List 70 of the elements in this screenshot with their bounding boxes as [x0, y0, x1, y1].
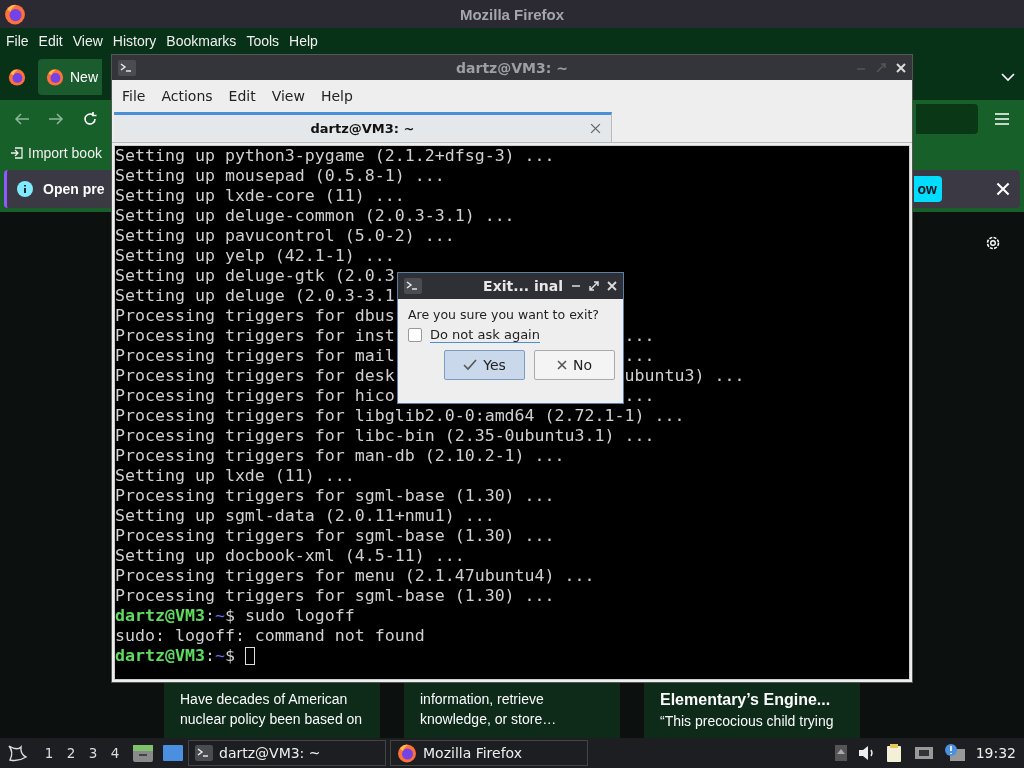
article-card[interactable]: Have decades of American nuclear policy been based on: [164, 683, 380, 738]
workspace-button[interactable]: 4: [104, 745, 126, 761]
terminal-line: Processing triggers for sgml-base (1.30) ...: [115, 526, 555, 546]
menu-item[interactable]: Tools: [242, 31, 284, 51]
menu-item[interactable]: View: [265, 86, 311, 106]
terminal-line: Processing triggers for mail: [115, 346, 395, 366]
browser-tab[interactable]: New: [38, 59, 102, 95]
menu-item[interactable]: Actions: [155, 86, 219, 106]
notification-button[interactable]: ow: [914, 176, 942, 202]
terminal-line: Processing triggers for sgml-base (1.30) ...: [115, 586, 555, 606]
taskbar-button[interactable]: dartz@VM3: ~: [188, 740, 386, 766]
terminal-line: Setting up lxde-core (11) ...: [115, 186, 405, 206]
window-title: Mozilla Firefox: [459, 5, 565, 23]
yes-button[interactable]: Yes: [444, 350, 525, 380]
terminal-line: Setting up deluge-gtk (2.0.3: [115, 266, 395, 286]
notification-text: Open pre: [43, 181, 105, 197]
terminal-line: ubuntu3) ...: [624, 366, 745, 386]
terminal-line: Processing triggers for hico: [115, 386, 395, 406]
window-title: dartz@VM3: ~: [456, 59, 568, 76]
terminal-line: ...: [624, 346, 655, 366]
bookmark-item[interactable]: Import book: [10, 145, 102, 161]
terminal-line: Setting up pavucontrol (5.0-2) ...: [115, 226, 455, 246]
terminal-line: Processing triggers for libglib2.0-0:amd64 (2.72.1-1) ...: [115, 406, 685, 426]
menu-item[interactable]: Edit: [222, 86, 262, 106]
terminal-tab[interactable]: dartz@VM3: ~: [114, 112, 612, 142]
terminal-line: Setting up mousepad (0.5.8-1) ...: [115, 166, 445, 186]
terminal-line: sudo: logoff: command not found: [115, 626, 425, 646]
terminal-line: Processing triggers for dbus: [115, 306, 395, 326]
terminal-line: Processing triggers for desk: [115, 366, 395, 386]
card-text: information, retrieve: [420, 690, 545, 709]
terminal-line: Setting up deluge (2.0.3-3.1: [115, 286, 395, 306]
terminal-line: Setting up yelp (42.1-1) ...: [115, 246, 395, 266]
dialog-message: Are you sure you want to exit?: [408, 307, 600, 322]
prompt-line: dartz@VM3:~$: [115, 646, 235, 666]
terminal-line: ...: [624, 326, 655, 346]
article-card[interactable]: information, retrieve knowledge, or store…: [404, 683, 620, 738]
menu-item[interactable]: Bookmarks: [162, 31, 241, 51]
terminal-line: Setting up docbook-xml (4.5-11) ...: [115, 546, 465, 566]
workspace-button[interactable]: 3: [82, 745, 104, 761]
terminal-line: Processing triggers for man-db (2.10.2-1) ...: [115, 446, 565, 466]
terminal-line: Setting up sgml-data (2.0.11+nmu1) ...: [115, 506, 495, 526]
clock: 19:32: [975, 745, 1016, 761]
dialog-title: Exit... inal: [483, 278, 563, 294]
terminal-line: Setting up lxde (11) ...: [115, 466, 355, 486]
workspace-button[interactable]: 1: [38, 745, 60, 761]
card-title: Elementary’s Engine...: [660, 690, 832, 710]
menu-item[interactable]: Help: [285, 31, 322, 51]
workspace-button[interactable]: 2: [60, 745, 82, 761]
terminal-line: Processing triggers for libc-bin (2.35-0ubuntu3.1) ...: [115, 426, 655, 446]
card-text: nuclear policy been based on: [180, 710, 364, 729]
no-button[interactable]: No: [534, 350, 615, 380]
terminal-line: Setting up deluge-common (2.0.3-3.1) ...: [115, 206, 515, 226]
terminal-line: Processing triggers for inst: [115, 326, 395, 346]
checkbox-label[interactable]: Do not ask again: [430, 327, 540, 343]
card-text: Have decades of American: [180, 690, 349, 709]
menu-item[interactable]: File: [116, 86, 152, 106]
menu-item[interactable]: History: [108, 31, 161, 51]
card-text: knowledge, or store…: [420, 710, 558, 729]
terminal-line: Processing triggers for menu (2.1.47ubuntu4) ...: [115, 566, 595, 586]
menu-item[interactable]: Help: [314, 86, 359, 106]
prompt-line: dartz@VM3:~$ sudo logoff: [115, 606, 355, 626]
taskbar-button[interactable]: Mozilla Firefox: [390, 740, 588, 766]
menu-item[interactable]: File: [2, 31, 33, 51]
terminal-line: Setting up python3-pygame (2.1.2+dfsg-3) ...: [115, 146, 555, 166]
terminal-line: Processing triggers for sgml-base (1.30) ...: [115, 486, 555, 506]
terminal-line: ...: [624, 386, 655, 406]
menu-item[interactable]: View: [68, 31, 107, 51]
article-card[interactable]: Elementary’s Engine... “This precocious child trying: [644, 683, 860, 738]
card-text: “This precocious child trying: [660, 712, 835, 731]
menu-item[interactable]: Edit: [34, 31, 67, 51]
